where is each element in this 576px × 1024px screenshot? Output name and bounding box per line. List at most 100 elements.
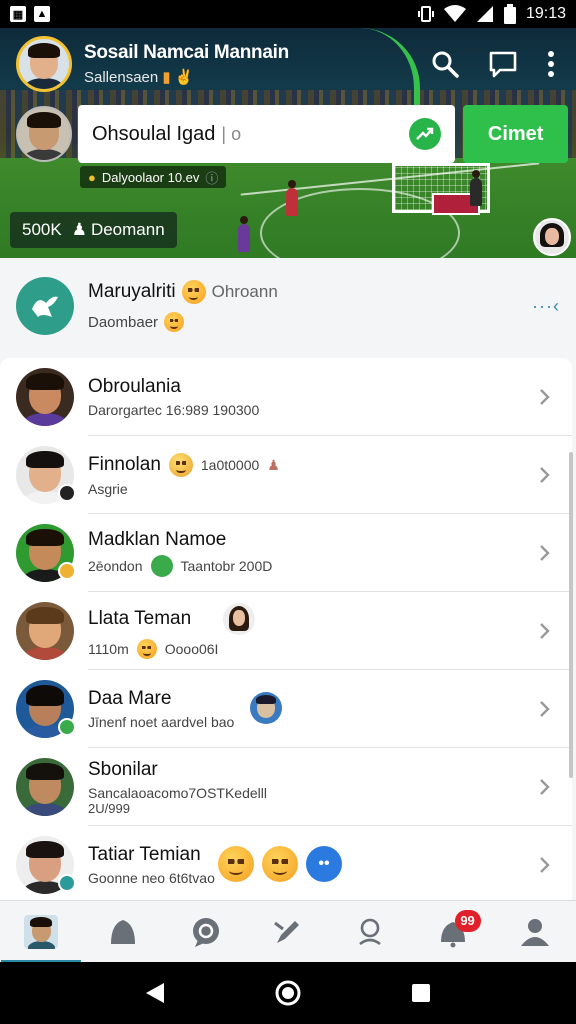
edit-icon	[274, 920, 299, 943]
friend-status-row: 1110m Oooo06I	[88, 639, 255, 659]
person-icon: ♟	[71, 220, 87, 239]
list-item[interactable]: Finnolan 1a0t0000 ♟ Asgrie	[0, 436, 572, 514]
members-chip[interactable]: 500K ♟ Deomann	[10, 212, 177, 248]
friend-extra: Oooo06I	[164, 641, 219, 657]
search-input[interactable]: Ohsoulal Igad | o	[78, 105, 456, 163]
current-user-avatar[interactable]	[16, 106, 72, 162]
photo-notification-icon: ▲	[34, 6, 50, 22]
nav-location[interactable]	[340, 904, 400, 960]
friend-name: Obroulania	[88, 376, 181, 397]
smile-emoji-icon	[136, 639, 157, 659]
nav-alerts[interactable]: 99	[423, 904, 483, 960]
signal-icon	[476, 6, 493, 22]
nav-notifications[interactable]	[93, 904, 153, 960]
chevron-right-icon	[540, 545, 550, 561]
event-tag-text: Dalyoolaor 10.ev	[101, 169, 200, 185]
info-icon: ⓘ	[205, 170, 219, 186]
recents-icon[interactable]	[410, 982, 432, 1004]
mini-avatar[interactable]	[533, 218, 571, 256]
featured-title-row: Maruyalriti Ohroann	[88, 280, 278, 304]
list-item[interactable]: Obroulania Darorgartec 16:989 190300	[0, 358, 572, 436]
avatar	[16, 524, 76, 582]
friend-status: Sancalaoacomo7OSTKedelll	[88, 784, 267, 801]
nav-profile[interactable]	[505, 904, 565, 960]
nav-edit[interactable]	[258, 904, 318, 960]
search-caret: | o	[221, 123, 242, 144]
notification-badge: 99	[454, 909, 481, 932]
chevron-right-icon	[540, 857, 550, 873]
status-badge	[58, 484, 76, 502]
screen: ▦ ▲ 19:13 Sosail Namcai Mannain Sallensa…	[0, 0, 576, 1024]
featured-group[interactable]: Maruyalriti Ohroann Daombaer ···‹	[0, 258, 576, 354]
chevron-right-icon	[540, 623, 550, 639]
smile-emoji-icon	[164, 312, 185, 332]
search-value: Ohsoulal Igad	[92, 122, 216, 145]
featured-title-extra: Ohroann	[211, 282, 278, 301]
smile-emoji-icon	[262, 846, 298, 882]
system-navigation-bar	[0, 962, 576, 1024]
friend-status: 1110m	[88, 641, 129, 657]
trend-up-icon	[416, 127, 434, 140]
friend-name: Finnolan	[88, 454, 161, 475]
list-item[interactable]: Tatiar Temian Goonne neo 6t6tvao ••	[0, 826, 572, 900]
bell-icon	[111, 919, 136, 944]
friend-status: 2ēondon	[88, 558, 143, 574]
search-go-button[interactable]: Cimet	[463, 105, 568, 163]
members-label: Deomann	[90, 220, 165, 239]
group-icon: ♟	[267, 456, 280, 473]
friend-name: Llata Teman	[88, 608, 192, 629]
friend-name: Tatiar Temian	[88, 844, 201, 865]
header-top-row: Sosail Namcai Mannain Sallensaen ▮ ✌	[16, 34, 560, 94]
more-icon[interactable]: ···‹	[532, 296, 560, 317]
wifi-icon	[443, 5, 466, 22]
home-icon[interactable]	[274, 979, 302, 1007]
list-item[interactable]: Sbonilar Sancalaoacomo7OSTKedelll 2U/999	[0, 748, 572, 826]
friend-name-row: Llata Teman	[88, 603, 256, 635]
avatar	[16, 836, 76, 894]
player-figure	[286, 180, 298, 216]
blue-face-icon: ••	[306, 846, 342, 882]
app-title: Sosail Namcai Mannain	[84, 42, 289, 63]
back-icon[interactable]	[144, 981, 166, 1005]
chevron-right-icon	[540, 467, 550, 483]
smile-emoji-icon	[181, 280, 206, 304]
nav-chat[interactable]	[176, 904, 236, 960]
more-vert-icon[interactable]	[546, 50, 556, 78]
mini-avatar	[223, 603, 256, 635]
members-count: 500K	[22, 220, 62, 239]
mini-avatar	[250, 692, 282, 724]
list-item[interactable]: Madklan Namoe 2ēondon Taantobr 200D	[0, 514, 572, 592]
blob-emoji-icon	[168, 453, 193, 477]
friend-status: Jīnenf noet aardvel bao	[88, 714, 235, 730]
friend-name: Daa Mare	[88, 688, 172, 709]
featured-subtitle-row: Daombaer	[88, 312, 278, 332]
vibrate-icon	[417, 6, 434, 22]
smile-emoji-icon	[218, 846, 254, 882]
home-profile-icon	[24, 914, 59, 949]
status-bar: ▦ ▲ 19:13	[0, 0, 576, 28]
list-item[interactable]: Llata Teman 1110m Oooo06I	[0, 592, 572, 670]
list-item[interactable]: Daa Mare Jīnenf noet aardvel bao	[0, 670, 572, 748]
featured-title: Maruyalriti	[88, 281, 176, 302]
chat-bubble-icon	[192, 917, 219, 947]
emoji-badge	[58, 562, 76, 580]
search-icon[interactable]	[430, 49, 460, 79]
scrollbar[interactable]	[569, 452, 573, 778]
nav-home[interactable]	[1, 904, 82, 963]
user-avatar[interactable]	[16, 36, 72, 92]
friend-status-row: 2ēondon Taantobr 200D	[88, 555, 272, 577]
friend-list: Obroulania Darorgartec 16:989 190300 Fin…	[0, 358, 572, 900]
trending-button[interactable]	[409, 118, 442, 150]
event-tag: ● Dalyoolaor 10.ev ⓘ	[80, 166, 227, 188]
friend-status: Asgrie	[88, 481, 128, 497]
chat-icon[interactable]	[488, 49, 518, 79]
avatar	[16, 602, 74, 660]
avatar	[16, 368, 74, 426]
friend-name-row: Daa Mare	[88, 688, 234, 710]
battery-icon	[503, 4, 516, 24]
header-hero: Sosail Namcai Mannain Sallensaen ▮ ✌ Ohs…	[0, 28, 576, 258]
chevron-right-icon	[540, 701, 550, 717]
friend-extra: Taantobr 200D	[180, 558, 273, 574]
green-blob-icon	[150, 555, 173, 577]
status-badge	[58, 874, 76, 892]
